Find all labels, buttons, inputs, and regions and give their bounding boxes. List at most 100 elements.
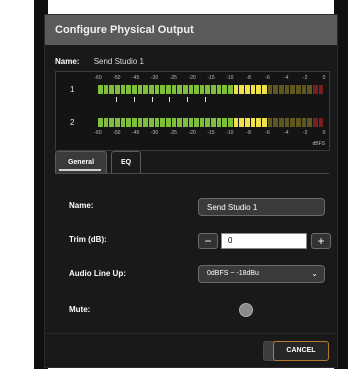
meter-scale-label: -15 xyxy=(207,75,215,81)
audio-lineup-select[interactable]: 0dBFS ~ -18dBu ⌄ xyxy=(198,265,325,283)
meter-segment xyxy=(245,118,250,127)
meter-scale-label: 0 xyxy=(322,130,326,136)
name-field[interactable]: Send Studio 1 xyxy=(198,198,325,216)
meter-scale-label: -45 xyxy=(132,75,140,81)
meter-scale-top: -60 -50 -45 -30 -25 -20 -15 -10 -8 -6 -4 -2 0 xyxy=(94,75,326,83)
meter-segment xyxy=(290,85,295,94)
meter-segment xyxy=(250,118,256,127)
meter-segment xyxy=(143,85,148,94)
meter-segment xyxy=(256,85,262,94)
tab-eq-label: EQ xyxy=(120,159,132,166)
meter-segment xyxy=(279,85,284,94)
meter-segment xyxy=(103,85,109,94)
meter-segment xyxy=(148,85,154,94)
meter-segment xyxy=(171,85,177,94)
meter-segment xyxy=(114,118,120,127)
meter-segment xyxy=(205,85,211,94)
meter-segment xyxy=(137,85,143,94)
meter-segment xyxy=(239,85,245,94)
channel-1-label: 1 xyxy=(70,85,75,94)
meter-scale-label: -15 xyxy=(207,130,215,136)
meter-segment xyxy=(120,85,126,94)
trim-increment-button[interactable]: + xyxy=(311,233,331,249)
meter-scale-label: -4 xyxy=(284,130,289,136)
output-name-line: Name: Send Studio 1 xyxy=(55,57,144,66)
meter-segment xyxy=(199,85,205,94)
meter-scale-label: -10 xyxy=(226,75,234,81)
meter-segment xyxy=(301,118,307,127)
footer-divider xyxy=(45,333,337,334)
trim-label: Trim (dB): xyxy=(69,235,107,244)
meter-segment xyxy=(126,118,131,127)
meter-segment xyxy=(233,118,239,127)
meter-segment xyxy=(256,118,262,127)
meter-segment xyxy=(171,118,177,127)
cancel-button[interactable]: CANCEL xyxy=(273,341,329,361)
meter-segment xyxy=(109,85,114,94)
meter-segment xyxy=(126,85,131,94)
meter-ticks xyxy=(116,97,206,103)
meter-segment xyxy=(182,85,188,94)
meter-scale-label: -4 xyxy=(284,75,289,81)
trim-decrement-button[interactable]: − xyxy=(198,233,218,249)
meter-segment xyxy=(98,85,103,94)
meter-segment xyxy=(222,85,228,94)
meter-scale-label: -20 xyxy=(188,130,196,136)
meter-segment xyxy=(109,118,114,127)
meter-segment xyxy=(307,118,312,127)
meter-segment xyxy=(295,85,301,94)
meter-segment xyxy=(301,85,307,94)
chevron-down-icon: ⌄ xyxy=(311,269,318,278)
meter-segment xyxy=(290,118,295,127)
meter-scale-label: -10 xyxy=(226,130,234,136)
meter-segment xyxy=(103,118,109,127)
meter-segment xyxy=(160,85,165,94)
tab-eq[interactable]: EQ xyxy=(111,151,141,173)
meter-segment xyxy=(205,118,211,127)
meter-scale-label: -50 xyxy=(113,130,121,136)
meter-segment xyxy=(143,118,148,127)
meter-scale-label: -60 xyxy=(94,75,102,81)
meter-segment xyxy=(98,118,103,127)
meter-segment xyxy=(279,118,284,127)
meter-segment xyxy=(239,118,245,127)
meter-segment xyxy=(177,85,182,94)
meter-segment xyxy=(114,85,120,94)
meter-segment xyxy=(318,118,324,127)
tab-divider xyxy=(55,173,329,174)
meter-segment xyxy=(131,85,137,94)
meter-scale-label: -2 xyxy=(302,130,308,136)
meter-segment xyxy=(312,85,318,94)
meter-segment xyxy=(131,118,137,127)
meter-scale-label: -45 xyxy=(132,130,140,136)
meter-segment xyxy=(273,118,278,127)
meter-scale-label: -30 xyxy=(150,130,159,136)
meter-scale-label: -8 xyxy=(246,75,251,81)
meter-scale-label: -20 xyxy=(188,75,196,81)
name-field-label: Name: xyxy=(69,201,94,210)
meter-segment xyxy=(273,85,278,94)
mute-toggle[interactable] xyxy=(239,303,253,317)
meter-scale-label: -6 xyxy=(265,130,270,136)
meter-segment xyxy=(307,85,312,94)
meter-segment xyxy=(188,85,194,94)
audio-lineup-label: Audio Line Up: xyxy=(69,269,126,278)
meter-segment xyxy=(194,118,199,127)
mute-label: Mute: xyxy=(69,305,91,314)
meter-scale-label: 0 xyxy=(322,75,326,81)
meter-segment xyxy=(165,118,171,127)
audio-lineup-value: 0dBFS ~ -18dBu xyxy=(207,270,259,277)
level-meter: -60 -50 -45 -30 -25 -20 -15 -10 -8 -6 -4 -2 0 1 2 -6… xyxy=(55,71,330,151)
dialog-title: Configure Physical Output xyxy=(45,15,337,45)
meter-segment xyxy=(233,85,239,94)
meter-segment xyxy=(228,85,233,94)
channel-2-meter xyxy=(98,118,324,127)
meter-segment xyxy=(284,85,290,94)
meter-segment xyxy=(211,85,216,94)
meter-scale-label: -25 xyxy=(169,130,177,136)
meter-scale-bottom: -60 -50 -45 -30 -25 -20 -15 -10 -8 -6 -4 -2 0 xyxy=(94,130,326,138)
meter-segment xyxy=(267,118,273,127)
trim-input[interactable]: 0 xyxy=(221,233,307,249)
active-tab-indicator xyxy=(59,169,101,171)
meter-segment xyxy=(312,118,318,127)
